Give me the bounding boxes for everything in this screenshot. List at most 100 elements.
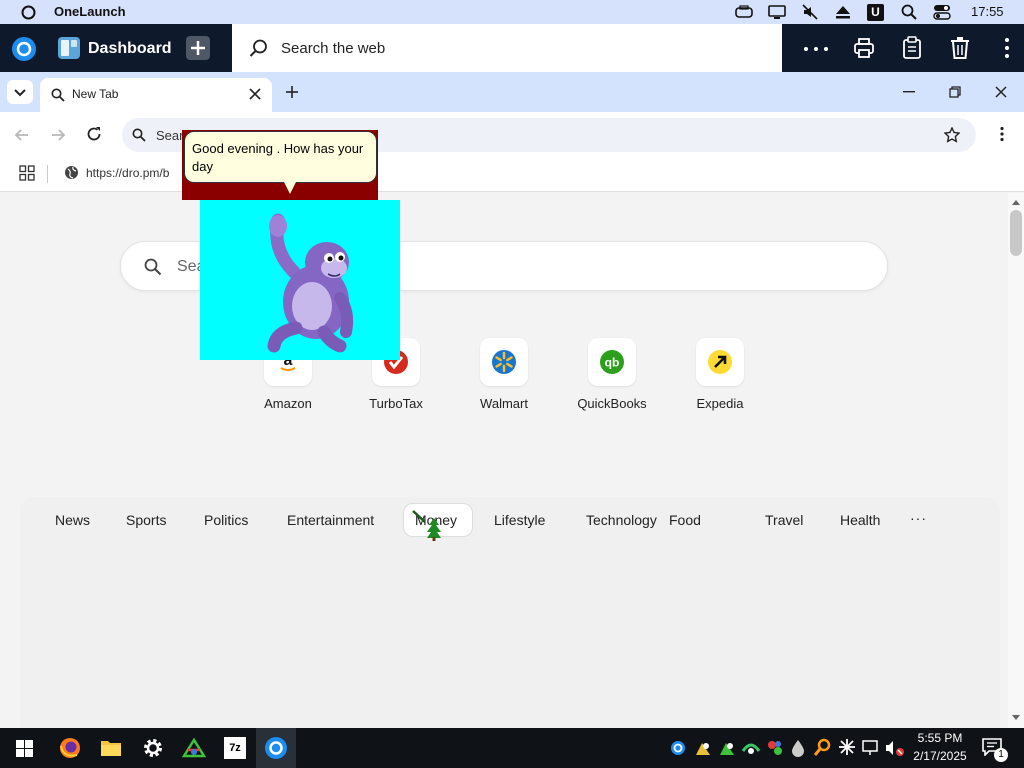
scrollbar[interactable]: [1008, 193, 1024, 728]
tray-onelaunch-icon[interactable]: [670, 740, 686, 756]
app-name: OneLaunch: [54, 4, 126, 19]
bonzi-speech-text: Good evening . How has your day: [192, 141, 364, 174]
more-options-icon[interactable]: [803, 46, 829, 52]
scroll-up-arrow-icon: [1012, 200, 1020, 205]
shortcut-label: Amazon: [264, 396, 312, 411]
chevron-down-icon: [14, 89, 26, 97]
onelaunch-taskbar-button[interactable]: [256, 728, 296, 768]
dashboard-label[interactable]: Dashboard: [88, 40, 172, 58]
search-icon: [132, 128, 146, 142]
tab-title: New Tab: [72, 87, 119, 101]
tray-app-icon[interactable]: [766, 739, 784, 757]
shortcut-walmart[interactable]: [480, 338, 528, 386]
plus-icon: [286, 86, 298, 98]
mute-icon[interactable]: [802, 4, 818, 20]
apps-grid-icon[interactable]: [19, 165, 35, 181]
scroll-down-arrow-icon: [1012, 715, 1020, 720]
address-bar-text: Sear: [156, 128, 184, 143]
tray-search-icon[interactable]: [814, 738, 832, 756]
windows-start-icon[interactable]: [16, 740, 33, 757]
browser-menu-icon[interactable]: [999, 126, 1005, 142]
shortcut-expedia[interactable]: [696, 338, 744, 386]
file-explorer-icon[interactable]: [100, 738, 122, 758]
onelaunch-logo-icon[interactable]: [21, 5, 36, 20]
search-icon[interactable]: [901, 4, 917, 20]
7zip-icon[interactable]: 7z: [224, 737, 246, 759]
kebab-menu-icon[interactable]: [1004, 37, 1010, 59]
shortcut-label: TurboTax: [369, 396, 423, 411]
dashboard-icon[interactable]: [57, 36, 81, 60]
windows-taskbar: 7z 5:55 PM 2/17/2025 1: [0, 728, 1024, 768]
globe-icon: [64, 165, 79, 180]
news-feed-panel: [20, 497, 1000, 728]
volume-muted-icon[interactable]: [885, 739, 905, 757]
new-tab-button[interactable]: [285, 85, 299, 99]
bookmark-star-icon[interactable]: [944, 127, 960, 143]
taskbar-date[interactable]: 2/17/2025: [904, 749, 976, 763]
shortcut-label: Expedia: [696, 396, 744, 411]
clipboard-icon[interactable]: [902, 36, 922, 60]
web-search-field[interactable]: Search the web: [232, 24, 782, 72]
tray-app-icon[interactable]: [694, 739, 712, 757]
shortcut-quickbooks[interactable]: qb: [588, 338, 636, 386]
tab-new-tab[interactable]: New Tab: [40, 78, 272, 112]
taskbar-time[interactable]: 5:55 PM: [904, 731, 976, 745]
category-lifestyle[interactable]: Lifestyle: [494, 512, 545, 528]
back-arrow-icon[interactable]: [14, 127, 30, 143]
trash-icon[interactable]: [950, 36, 970, 60]
bonzi-speech-bubble: Good evening . How has your day: [184, 131, 377, 183]
search-icon: [144, 258, 162, 276]
tree-cursor-icon: [411, 510, 445, 542]
user-badge[interactable]: U: [867, 4, 884, 21]
svg-text:qb: qb: [605, 356, 620, 370]
category-entertainment[interactable]: Entertainment: [287, 512, 374, 528]
add-app-button[interactable]: [186, 36, 210, 60]
network-icon[interactable]: [862, 739, 880, 757]
scrollbar-thumb[interactable]: [1010, 210, 1022, 256]
forward-arrow-icon[interactable]: [50, 127, 66, 143]
notification-count-badge: 1: [994, 748, 1008, 762]
category-technology[interactable]: Technology: [586, 512, 657, 528]
close-window-button[interactable]: [995, 86, 1007, 98]
print-icon[interactable]: [853, 37, 875, 59]
search-icon: [51, 88, 65, 102]
category-news[interactable]: News: [55, 512, 90, 528]
minimize-window-button[interactable]: [903, 91, 915, 93]
category-sports[interactable]: Sports: [126, 512, 166, 528]
tray-sparkle-icon[interactable]: [838, 738, 856, 756]
settings-gear-icon[interactable]: [142, 737, 164, 759]
web-search-placeholder: Search the web: [281, 40, 386, 57]
category-food[interactable]: Food: [669, 512, 701, 528]
walmart-icon: [480, 338, 528, 386]
monitor-icon[interactable]: [768, 5, 786, 20]
category-travel[interactable]: Travel: [765, 512, 803, 528]
3d-app-icon[interactable]: [182, 736, 206, 760]
category-politics[interactable]: Politics: [204, 512, 248, 528]
eject-icon[interactable]: [835, 5, 851, 19]
bookmarks-bar: https://dro.pm/b: [0, 156, 1024, 192]
shortcut-label: QuickBooks: [577, 396, 647, 411]
tab-search-button[interactable]: [7, 80, 33, 104]
more-categories-button[interactable]: ···: [910, 510, 927, 526]
onelaunch-icon: [265, 737, 287, 759]
onelaunch-statusbar: OneLaunch U 17:55: [0, 0, 1024, 24]
tray-droplet-icon[interactable]: [791, 739, 805, 757]
toggle-settings-icon[interactable]: [933, 4, 951, 20]
bonzi-buddy-window[interactable]: [200, 200, 400, 360]
status-time: 17:55: [971, 4, 1004, 19]
speech-bubble-tail: [284, 182, 296, 194]
firefox-icon[interactable]: [59, 737, 81, 759]
search-icon: [249, 39, 268, 58]
tray-app-icon[interactable]: [718, 739, 736, 757]
onelaunch-toolbar: Dashboard Search the web: [0, 24, 1024, 72]
reload-icon[interactable]: [86, 126, 102, 142]
expedia-icon: [696, 338, 744, 386]
bookmark-link[interactable]: https://dro.pm/b: [86, 166, 169, 180]
tray-app-icon[interactable]: [742, 739, 760, 757]
category-health[interactable]: Health: [840, 512, 880, 528]
close-tab-icon[interactable]: [249, 88, 261, 100]
restore-window-button[interactable]: [949, 86, 961, 98]
game-controller-icon[interactable]: [735, 5, 753, 19]
shortcut-label: Walmart: [480, 396, 528, 411]
onelaunch-home-icon[interactable]: [11, 36, 37, 62]
